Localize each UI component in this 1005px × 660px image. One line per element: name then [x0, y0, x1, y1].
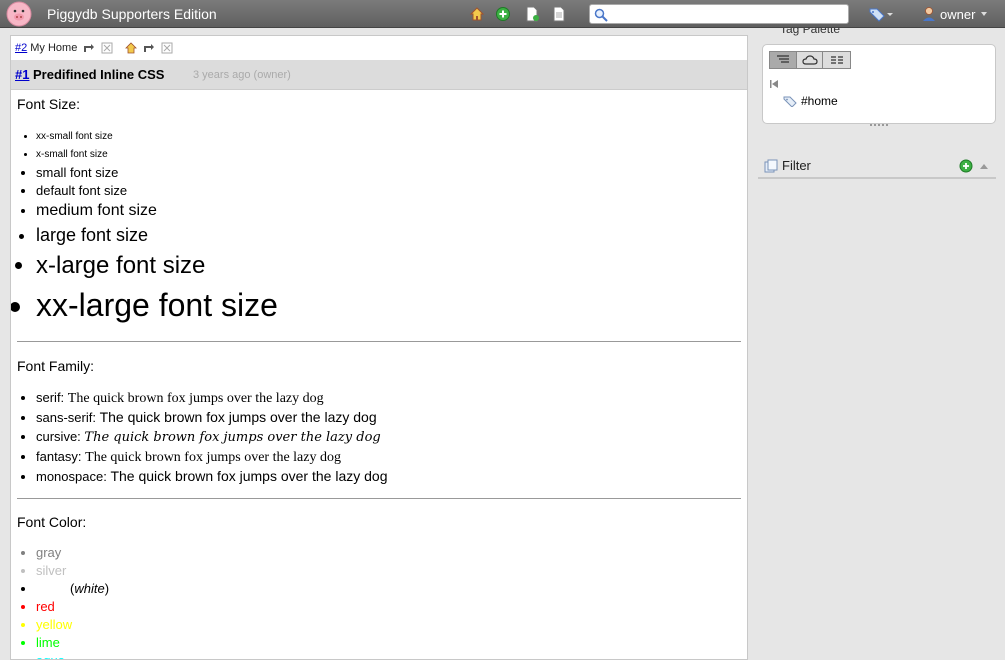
list-view-icon[interactable]: [823, 52, 850, 68]
document-icon[interactable]: [551, 6, 567, 22]
white-label: white: [74, 581, 105, 596]
filter-icon: [764, 159, 778, 173]
list-item: gray: [36, 544, 741, 562]
breadcrumb-id-link[interactable]: #2: [15, 42, 27, 54]
family-label: fantasy:: [36, 449, 82, 464]
family-sample: The quick brown fox jumps over the lazy …: [84, 430, 381, 445]
tag-label: #home: [801, 94, 838, 108]
list-item: lime: [36, 634, 741, 652]
divider: [17, 498, 741, 499]
home-icon[interactable]: [469, 6, 485, 22]
cloud-view-icon[interactable]: [796, 52, 824, 68]
tag-menu-button[interactable]: [869, 6, 895, 22]
family-sample: The quick brown fox jumps over the lazy …: [85, 450, 341, 465]
list-item: x-large font size: [36, 249, 741, 283]
list-item: sans-serif: The quick brown fox jumps ov…: [36, 408, 741, 427]
list-item: fantasy: The quick brown fox jumps over …: [36, 447, 741, 467]
family-label: monospace:: [36, 469, 107, 484]
fragment-meta: 3 years ago (owner): [193, 69, 291, 81]
user-name: owner: [940, 6, 976, 22]
list-item: yellow: [36, 616, 741, 634]
paren-close: ): [104, 581, 110, 596]
tag-small-icon: [783, 96, 797, 107]
user-icon: [923, 7, 935, 21]
close-icon[interactable]: [161, 42, 173, 54]
palette-title: Tag Palette: [780, 28, 841, 36]
fragment-panel: #2 My Home #1 Predifined Inline CSS 3 ye…: [10, 35, 748, 660]
family-sample: The quick brown fox jumps over the lazy …: [110, 468, 388, 484]
close-icon[interactable]: [101, 42, 113, 54]
list-item: silver: [36, 562, 741, 580]
add-filter-icon[interactable]: [959, 159, 973, 173]
collapse-icon[interactable]: [980, 164, 988, 169]
add-icon[interactable]: [495, 6, 511, 22]
font-size-list: xx-small font size x-small font size sma…: [36, 128, 741, 327]
list-item: small font size: [36, 164, 741, 181]
list-item: xx-small font size: [36, 128, 741, 146]
filter-section: Filter: [758, 155, 996, 179]
palette-header: Tag Palette: [762, 28, 996, 38]
new-document-icon[interactable]: [524, 6, 540, 22]
list-item: x-small font size: [36, 146, 741, 164]
list-item: default font size: [36, 181, 741, 200]
section-title-font-size: Font Size:: [17, 96, 81, 112]
list-item: monospace: The quick brown fox jumps ove…: [36, 467, 741, 486]
chevron-down-icon: [981, 12, 988, 16]
fragment-header: #1 Predifined Inline CSS 3 years ago (ow…: [11, 60, 747, 90]
list-item: xx-large font size: [36, 283, 741, 327]
palette-view-tabs: [769, 51, 851, 69]
list-item: cursive: The quick brown fox jumps over …: [36, 427, 741, 447]
fragment-id-link[interactable]: #1: [15, 67, 29, 82]
fragment-content: Font Size: xx-small font size x-small fo…: [17, 96, 741, 659]
font-family-list: serif: The quick brown fox jumps over th…: [36, 388, 741, 486]
family-label: sans-serif:: [36, 410, 96, 425]
list-item: red: [36, 598, 741, 616]
family-sample: The quick brown fox jumps over the lazy …: [67, 391, 324, 406]
list-item: serif: The quick brown fox jumps over th…: [36, 388, 741, 408]
arrow-icon[interactable]: [83, 42, 95, 54]
filter-title: Filter: [782, 158, 811, 173]
breadcrumb-title: My Home: [30, 42, 78, 54]
family-sample: The quick brown fox jumps over the lazy …: [99, 409, 377, 425]
family-label: serif:: [36, 390, 65, 405]
divider: [17, 341, 741, 342]
app-title: Piggydb Supporters Edition: [47, 6, 217, 22]
list-item: large font size: [36, 222, 741, 249]
list-item: aqua: [36, 652, 741, 659]
list-item: white(white): [36, 580, 741, 598]
search-icon: [593, 7, 609, 23]
home-icon[interactable]: [125, 42, 138, 54]
section-title-font-family: Font Family:: [17, 358, 95, 374]
search-box[interactable]: [589, 4, 849, 24]
tag-item-home[interactable]: #home: [783, 94, 838, 108]
user-menu[interactable]: owner: [922, 5, 988, 23]
app-header: Piggydb Supporters Edition owner: [0, 0, 1005, 28]
tag-icon: [869, 8, 893, 22]
font-color-list: gray silver white(white) red yellow lime…: [36, 544, 741, 659]
tag-palette: #home: [762, 44, 996, 124]
section-title-font-color: Font Color:: [17, 514, 87, 530]
arrow-icon[interactable]: [143, 42, 155, 54]
logo-pig-icon[interactable]: [4, 1, 34, 27]
family-label: cursive:: [36, 429, 81, 444]
list-item: medium font size: [36, 200, 741, 222]
fragment-title: Predifined Inline CSS: [33, 67, 165, 82]
breadcrumb: #2 My Home: [15, 40, 173, 56]
tree-view-icon[interactable]: [770, 52, 797, 68]
back-icon[interactable]: [769, 76, 779, 88]
resize-grip[interactable]: [870, 124, 888, 128]
search-input[interactable]: [612, 7, 844, 21]
